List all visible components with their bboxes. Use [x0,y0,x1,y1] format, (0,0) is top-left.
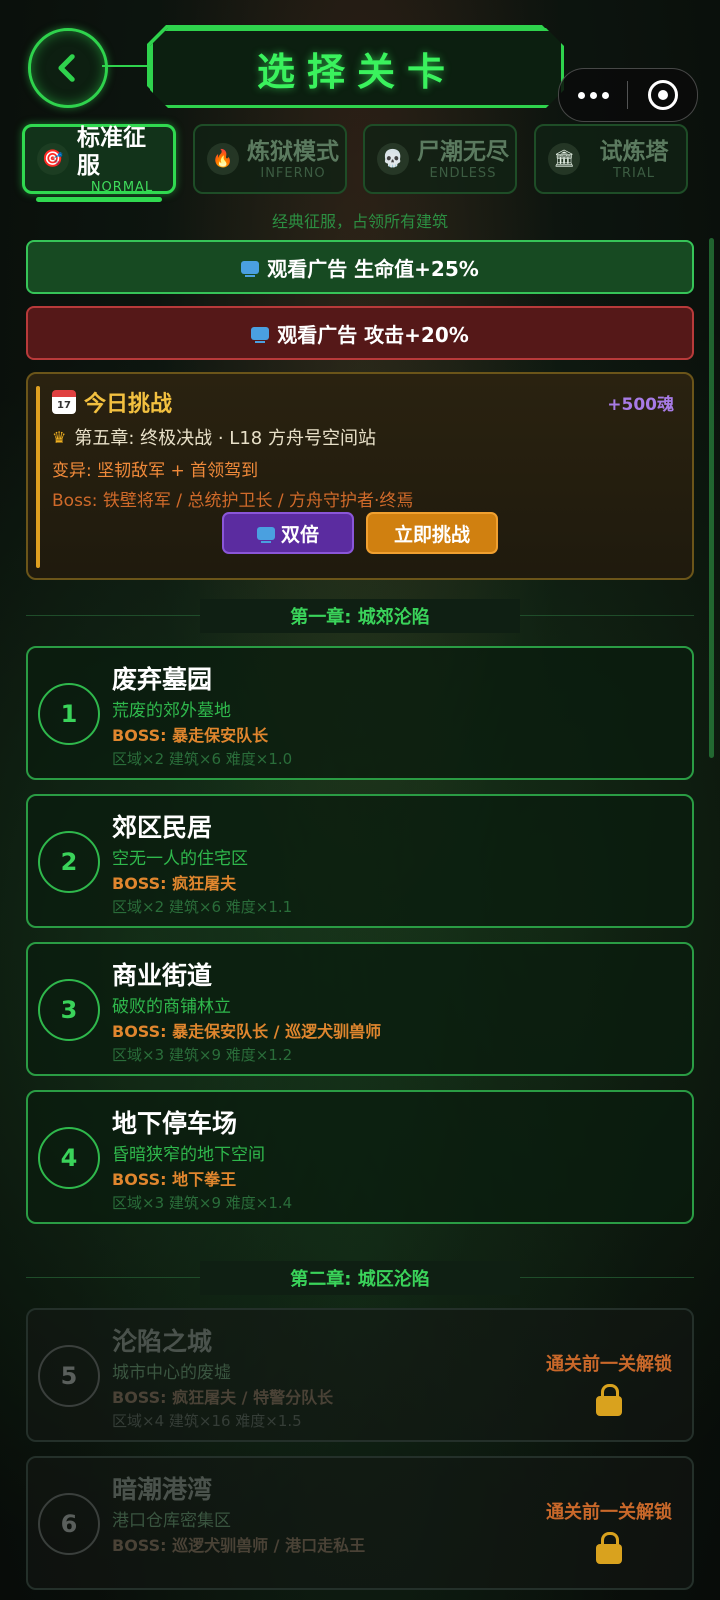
level-boss: BOSS: 疯狂屠夫 / 特警分队长 [112,1388,334,1407]
level-stats: 区域×4 建筑×16 难度×1.5 [112,1412,302,1430]
level-number: 1 [38,683,100,745]
tab-sublabel: TRIAL [613,165,655,181]
level-boss: BOSS: 巡逻犬驯兽师 / 港口走私王 [112,1536,366,1555]
chevron-left-icon [58,54,75,82]
buff-label: 观看广告 生命值+25% [267,256,479,281]
mini-program-capsule [558,68,698,122]
lock-icon [596,1532,622,1564]
level-description: 空无一人的住宅区 [112,849,248,869]
level-card-5[interactable]: 5 沦陷之城 城市中心的废墟 BOSS: 疯狂屠夫 / 特警分队长 区域×4 建… [26,1308,694,1442]
level-name: 暗潮港湾 [112,1475,213,1504]
challenge-now-button[interactable]: 立即挑战 [366,512,498,554]
tab-sublabel: NORMAL [90,179,154,195]
level-name: 地下停车场 [112,1109,238,1138]
tab-sublabel: ENDLESS [429,165,497,181]
level-description: 城市中心的废墟 [112,1363,231,1383]
level-stats: 区域×3 建筑×9 难度×1.2 [112,1046,293,1064]
fire-icon: 🔥 [207,143,239,175]
daily-title-text: 今日挑战 [84,392,173,417]
tab-label: 尸潮无尽 [417,138,509,165]
more-menu-button[interactable] [559,91,627,99]
level-number: 2 [38,831,100,893]
level-card-3[interactable]: 3 商业街道 破败的商铺林立 BOSS: 暴走保安队长 / 巡逻犬驯兽师 区域×… [26,942,694,1076]
reward-badge: +500魂 [607,395,674,415]
skull-icon: 💀 [377,143,409,175]
level-stats: 区域×2 建筑×6 难度×1.1 [112,898,293,916]
level-number: 3 [38,979,100,1041]
chapter-title: 第一章: 城郊沦陷 [200,599,520,633]
double-reward-button[interactable]: 双倍 [222,512,354,554]
page-title: 选择关卡 [150,28,564,108]
target-icon: 🎯 [37,143,69,175]
tab-inferno[interactable]: 🔥 炼狱模式 INFERNO [193,124,347,194]
buff-label: 观看广告 攻击+20% [277,322,469,347]
level-name: 郊区民居 [112,813,213,842]
tab-label: 炼狱模式 [247,138,339,165]
accent-bar [36,386,40,568]
temple-icon: 🏛 [548,143,580,175]
scrollbar[interactable] [709,238,714,758]
daily-title: 17 今日挑战 [52,386,172,418]
lock-icon [596,1384,622,1416]
double-label: 双倍 [280,523,319,546]
close-miniprogram-button[interactable] [628,80,697,110]
daily-mutation: 变异: 坚韧敌军 + 首领驾到 [52,461,259,481]
tab-endless[interactable]: 💀 尸潮无尽 ENDLESS [363,124,517,194]
level-card-1[interactable]: 1 废弃墓园 荒废的郊外墓地 BOSS: 暴走保安队长 区域×2 建筑×6 难度… [26,646,694,780]
level-description: 港口仓库密集区 [112,1511,231,1531]
tv-icon [256,526,275,543]
daily-challenge-card: 17 今日挑战 +500魂 ♛ 第五章: 终极决战 · L18 方舟号空间站 变… [26,372,694,580]
daily-boss: Boss: 铁壁将军 / 总统护卫长 / 方舟守护者·终焉 [52,491,414,511]
level-description: 荒废的郊外墓地 [112,701,231,721]
chapter-header: 第一章: 城郊沦陷 [26,599,694,633]
watch-ad-hp-button[interactable]: 观看广告 生命值+25% [26,240,694,294]
watch-ad-attack-button[interactable]: 观看广告 攻击+20% [26,306,694,360]
level-card-2[interactable]: 2 郊区民居 空无一人的住宅区 BOSS: 疯狂屠夫 区域×2 建筑×6 难度×… [26,794,694,928]
active-tab-indicator [36,197,162,202]
back-button[interactable] [28,28,108,108]
level-description: 昏暗狭窄的地下空间 [112,1145,265,1165]
level-boss: BOSS: 地下拳王 [112,1170,237,1189]
level-number: 4 [38,1127,100,1189]
lock-area: 通关前一关解锁 [546,1350,672,1416]
level-name: 废弃墓园 [112,665,213,694]
level-stats: 区域×2 建筑×6 难度×1.0 [112,750,293,768]
crown-icon: ♛ [52,427,67,447]
chapter-title: 第二章: 城区沦陷 [200,1261,520,1295]
level-number: 6 [38,1493,100,1555]
tab-sublabel: INFERNO [260,165,326,181]
tv-icon [241,260,260,277]
challenge-label: 立即挑战 [393,523,470,546]
level-name: 商业街道 [112,961,213,990]
level-card-4[interactable]: 4 地下停车场 昏暗狭窄的地下空间 BOSS: 地下拳王 区域×3 建筑×9 难… [26,1090,694,1224]
level-boss: BOSS: 疯狂屠夫 [112,874,237,893]
level-boss: BOSS: 暴走保安队长 / 巡逻犬驯兽师 [112,1022,382,1041]
level-number: 5 [38,1345,100,1407]
chapter-header: 第二章: 城区沦陷 [26,1261,694,1295]
calendar-icon: 17 [52,390,76,414]
tab-label: 标准征服 [77,124,146,179]
daily-stage-text: 第五章: 终极决战 · L18 方舟号空间站 [74,428,376,449]
lock-text: 通关前一关解锁 [546,1354,672,1375]
level-card-6[interactable]: 6 暗潮港湾 港口仓库密集区 BOSS: 巡逻犬驯兽师 / 港口走私王 通关前一… [26,1456,694,1590]
lock-area: 通关前一关解锁 [546,1498,672,1564]
tab-label: 试炼塔 [599,138,669,165]
level-boss: BOSS: 暴走保安队长 [112,726,269,745]
daily-stage: ♛ 第五章: 终极决战 · L18 方舟号空间站 [52,424,376,450]
mode-description: 经典征服，占领所有建筑 [271,212,448,231]
target-circle-icon [647,80,678,110]
level-stats: 区域×3 建筑×9 难度×1.4 [112,1194,293,1212]
decor-line [102,65,148,67]
lock-text: 通关前一关解锁 [546,1502,672,1523]
tab-trial[interactable]: 🏛 试炼塔 TRIAL [534,124,688,194]
tv-icon [251,326,270,343]
tab-normal[interactable]: 🎯 标准征服 NORMAL [22,124,176,195]
level-name: 沦陷之城 [112,1327,213,1356]
level-description: 破败的商铺林立 [112,997,231,1017]
